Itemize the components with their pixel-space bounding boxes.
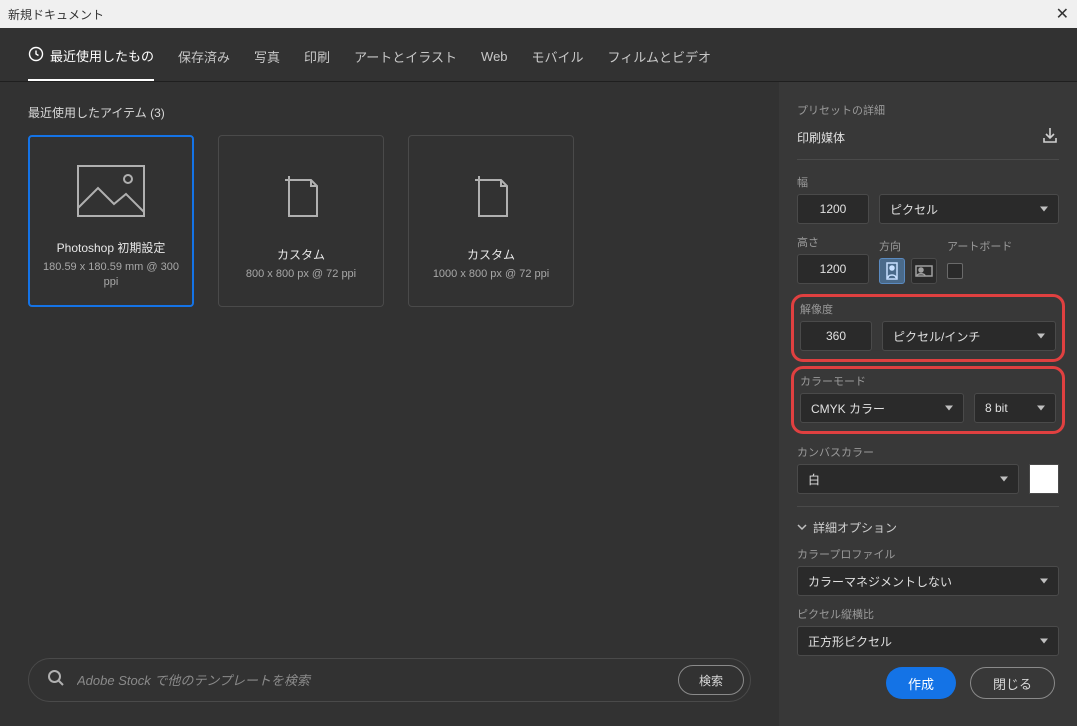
height-input[interactable]: [797, 254, 869, 284]
window-title: 新規ドキュメント: [8, 6, 104, 23]
search-row: 検索: [28, 658, 751, 702]
artboard-label: アートボード: [947, 238, 1012, 254]
tab-label: 保存済み: [178, 47, 230, 66]
tab-mobile[interactable]: モバイル: [532, 46, 584, 81]
preset-title: カスタム: [467, 246, 515, 263]
tab-photo[interactable]: 写真: [254, 46, 280, 81]
preset-dims: 1000 x 800 px @ 72 ppi: [433, 267, 549, 281]
colorprofile-label: カラープロファイル: [797, 546, 1059, 562]
preset-details-panel: プリセットの詳細 印刷媒体 幅 ピクセル 高さ 方向: [779, 82, 1077, 726]
preset-dims: 800 x 800 px @ 72 ppi: [246, 267, 356, 281]
preset-item[interactable]: カスタム 1000 x 800 px @ 72 ppi: [408, 135, 574, 307]
save-preset-icon[interactable]: [1041, 126, 1059, 149]
tab-recent[interactable]: 最近使用したもの: [28, 46, 154, 81]
artboard-checkbox[interactable]: [947, 263, 963, 279]
close-icon[interactable]: ✕: [1056, 4, 1069, 24]
width-input[interactable]: [797, 194, 869, 224]
left-panel: 最近使用したアイテム (3) Photoshop 初期設定 180.59 x 1…: [0, 82, 779, 726]
tab-print[interactable]: 印刷: [304, 46, 330, 81]
colormode-highlight: カラーモード CMYK カラー 8 bit: [791, 366, 1065, 434]
orientation-landscape-button[interactable]: [911, 258, 937, 284]
canvascolor-label: カンバスカラー: [797, 444, 1059, 460]
details-heading: プリセットの詳細: [797, 102, 1059, 118]
create-button[interactable]: 作成: [886, 667, 956, 699]
canvascolor-select[interactable]: 白: [797, 464, 1019, 494]
tab-saved[interactable]: 保存済み: [178, 46, 230, 81]
orientation-portrait-button[interactable]: [879, 258, 905, 284]
bitdepth-select[interactable]: 8 bit: [974, 393, 1056, 423]
width-label: 幅: [797, 174, 1059, 190]
advanced-toggle[interactable]: 詳細オプション: [797, 519, 1059, 536]
document-icon: [469, 160, 513, 236]
tab-web[interactable]: Web: [481, 46, 508, 81]
pixelaspect-label: ピクセル縦横比: [797, 606, 1059, 622]
footer-buttons: 作成 閉じる: [886, 667, 1055, 699]
titlebar: 新規ドキュメント ✕: [0, 0, 1077, 28]
search-button[interactable]: 検索: [678, 665, 744, 695]
preset-item[interactable]: Photoshop 初期設定 180.59 x 180.59 mm @ 300 …: [28, 135, 194, 307]
tab-art[interactable]: アートとイラスト: [354, 46, 457, 81]
tab-film[interactable]: フィルムとビデオ: [608, 46, 711, 81]
tab-label: モバイル: [532, 47, 584, 66]
height-label: 高さ: [797, 234, 869, 250]
preset-title: カスタム: [277, 246, 325, 263]
preset-list: Photoshop 初期設定 180.59 x 180.59 mm @ 300 …: [28, 135, 751, 307]
close-button[interactable]: 閉じる: [970, 667, 1055, 699]
pixelaspect-select[interactable]: 正方形ピクセル: [797, 626, 1059, 656]
search-icon: [47, 669, 65, 692]
resolution-label: 解像度: [800, 301, 1056, 317]
tab-label: 最近使用したもの: [50, 46, 154, 65]
search-input[interactable]: [77, 673, 666, 688]
preset-title: Photoshop 初期設定: [57, 239, 166, 256]
resolution-unit-select[interactable]: ピクセル/インチ: [882, 321, 1056, 351]
colormode-select[interactable]: CMYK カラー: [800, 393, 964, 423]
chevron-down-icon: [797, 521, 807, 535]
image-icon: [76, 153, 146, 229]
document-icon: [279, 160, 323, 236]
tab-label: Web: [481, 49, 508, 64]
width-unit-select[interactable]: ピクセル: [879, 194, 1059, 224]
tab-label: アートとイラスト: [354, 47, 457, 66]
tab-label: 印刷: [304, 47, 330, 66]
tab-label: フィルムとビデオ: [608, 47, 711, 66]
orientation-label: 方向: [879, 238, 937, 254]
tabs: 最近使用したもの 保存済み 写真 印刷 アートとイラスト Web モバイル フィ…: [0, 28, 1077, 82]
preset-name: 印刷媒体: [797, 129, 845, 146]
advanced-label: 詳細オプション: [813, 519, 897, 536]
resolution-highlight: 解像度 ピクセル/インチ: [791, 294, 1065, 362]
resolution-input[interactable]: [800, 321, 872, 351]
preset-dims: 180.59 x 180.59 mm @ 300 ppi: [38, 260, 184, 289]
tab-label: 写真: [254, 47, 280, 66]
recent-heading: 最近使用したアイテム (3): [28, 104, 751, 121]
colormode-label: カラーモード: [800, 373, 1056, 389]
canvascolor-swatch[interactable]: [1029, 464, 1059, 494]
preset-item[interactable]: カスタム 800 x 800 px @ 72 ppi: [218, 135, 384, 307]
colorprofile-select[interactable]: カラーマネジメントしない: [797, 566, 1059, 596]
clock-icon: [28, 46, 44, 65]
